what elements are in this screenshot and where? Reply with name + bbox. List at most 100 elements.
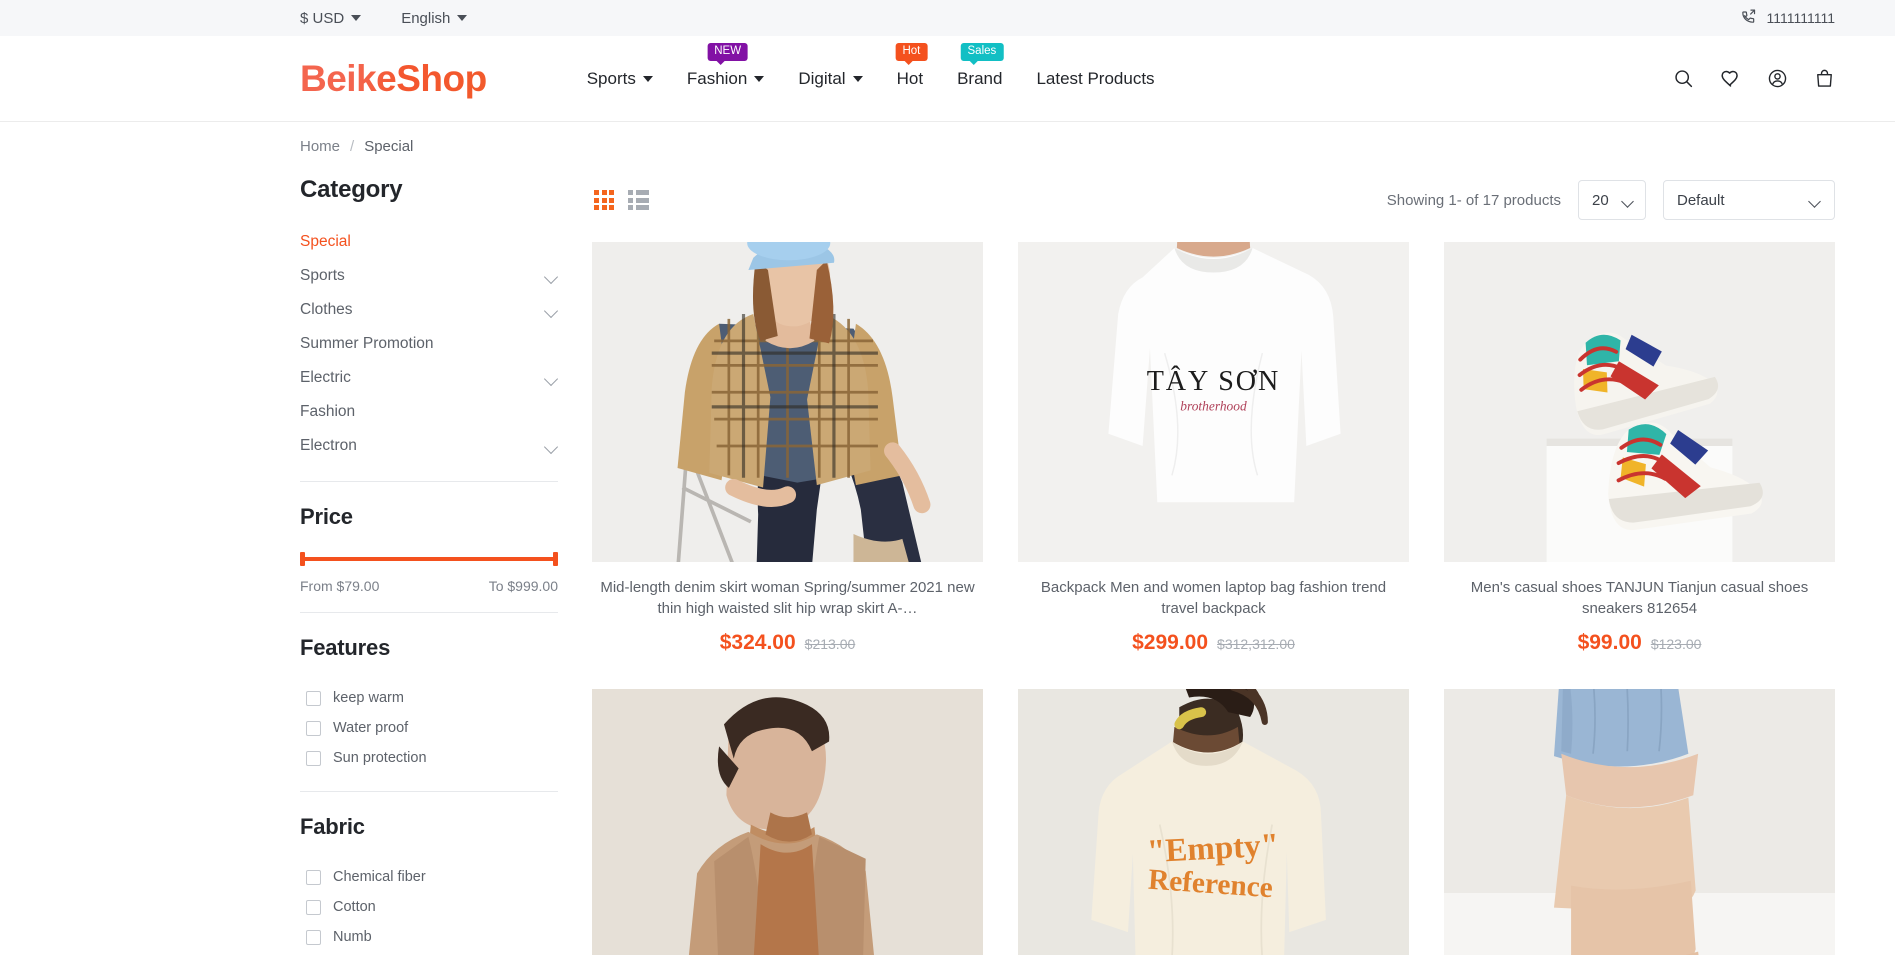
product-title[interactable]: Mid-length denim skirt woman Spring/summ… [592,577,983,620]
nav-label: Sports [586,68,636,88]
per-page-select[interactable]: 20 [1578,180,1646,220]
sidebar-item-sports[interactable]: Sports [300,259,558,293]
list-view-icon[interactable] [626,188,651,212]
product-price-row: $299.00 $312,312.00 [1018,631,1409,655]
chevron-down-icon [351,15,362,21]
currency-selector[interactable]: $ USD [300,9,362,27]
nav-badge-hot: Hot [895,42,928,65]
price-to-label: To $999.00 [488,578,558,594]
currency-label: $ USD [300,9,345,27]
nav-badge-new: NEW [707,42,749,65]
nav-label: Fashion [686,68,748,88]
chevron-down-icon[interactable] [545,306,558,314]
filter-option-cotton[interactable]: Cotton [300,892,558,922]
price-from-label: From $79.00 [300,578,380,594]
nav-item-latest-products[interactable]: Latest Products [1036,65,1154,93]
product-title[interactable]: Backpack Men and women laptop bag fashio… [1018,577,1409,620]
user-account-icon[interactable] [1767,68,1788,89]
checkbox-icon[interactable] [306,690,321,706]
nav-label: Latest Products [1036,68,1155,88]
checkbox-icon[interactable] [306,929,321,945]
sidebar-item-clothes[interactable]: Clothes [300,293,558,327]
nav-badge-sales: Sales [960,42,1004,65]
category-label: Special [300,233,351,250]
sort-select[interactable]: Default [1663,180,1835,220]
checkbox-icon[interactable] [306,720,321,736]
nav-label: Hot [896,68,924,88]
filter-option-chemical-fiber[interactable]: Chemical fiber [300,862,558,892]
product-image-man-camel-coat[interactable] [592,688,983,955]
wishlist-heart-icon[interactable] [1720,68,1741,89]
nav-label: Brand [957,68,1003,88]
filter-option-water-proof[interactable]: Water proof [300,713,558,743]
price-range-slider[interactable] [300,552,558,566]
product-image-sneakers[interactable] [1444,242,1835,562]
nav-item-sports[interactable]: Sports [587,65,653,93]
product-title[interactable]: Men's casual shoes TANJUN Tianjun casual… [1444,577,1835,620]
sidebar-item-electric[interactable]: Electric [300,361,558,395]
site-logo[interactable]: BeikeShop [300,58,487,100]
grid-view-icon[interactable] [592,188,616,212]
nav-item-hot[interactable]: Hot Hot [895,42,928,93]
filter-option-sun-protection[interactable]: Sun protection [300,743,558,773]
chevron-down-icon[interactable] [545,374,558,382]
sidebar-item-electron[interactable]: Electron [300,429,558,463]
nav-item-brand[interactable]: Sales Brand [957,42,1004,93]
checkbox-icon[interactable] [306,869,321,885]
product-listing: Showing 1- of 17 products 20 Default Mid… [592,170,1835,955]
filter-option-label: Chemical fiber [333,869,426,885]
product-image-man-white-tshirt[interactable]: TÂY SƠN brotherhood [1018,242,1409,562]
filter-option-numb[interactable]: Numb [300,922,558,952]
product-price: $99.00 [1577,630,1642,654]
category-label: Clothes [300,301,353,318]
product-card[interactable]: TÂY SƠN brotherhood Backpack Men and wom… [1018,242,1409,655]
product-card[interactable]: "Empty" Reference [1018,688,1409,955]
chevron-down-icon[interactable] [545,272,558,280]
shopping-bag-icon[interactable] [1814,68,1835,89]
product-image-cream-tee-empty-reference[interactable]: "Empty" Reference [1018,688,1409,955]
product-grid: Mid-length denim skirt woman Spring/summ… [592,242,1835,955]
search-icon[interactable] [1673,68,1694,89]
sidebar-item-fashion[interactable]: Fashion [300,395,558,429]
fabric-heading: Fabric [300,814,365,839]
product-card[interactable] [592,688,983,955]
breadcrumb-home[interactable]: Home [300,138,340,155]
nav-item-digital[interactable]: Digital [798,65,863,93]
chevron-down-icon [1810,197,1821,204]
product-image-woman-plaid-shirt[interactable] [592,242,983,562]
product-price: $299.00 [1132,630,1209,654]
chevron-down-icon[interactable] [545,442,558,450]
sidebar-item-special[interactable]: Special [300,225,558,259]
product-card[interactable] [1444,688,1835,955]
category-label: Sports [300,267,345,284]
price-slider-track [300,557,558,561]
sidebar-item-summer-promotion[interactable]: Summer Promotion [300,327,558,361]
showing-count: Showing 1- of 17 products [1386,191,1561,209]
filter-option-keep-warm[interactable]: keep warm [300,683,558,713]
category-heading: Category [300,176,403,203]
page-body: Category Special Sports Clothes Summer P… [0,170,1895,955]
contact-phone[interactable]: 1111111111 [1740,8,1835,28]
chevron-down-icon [642,75,653,82]
checkbox-icon[interactable] [306,899,321,915]
product-price-row: $99.00 $123.00 [1444,631,1835,655]
nav-item-fashion[interactable]: NEW Fashion [686,42,765,93]
chevron-down-icon [1623,197,1634,204]
product-old-price: $123.00 [1650,635,1702,652]
nav-label: Digital [798,68,846,88]
price-slider-handle-max[interactable] [553,552,558,566]
product-card[interactable]: Men's casual shoes TANJUN Tianjun casual… [1444,242,1835,655]
price-slider-handle-min[interactable] [300,552,305,566]
language-selector[interactable]: English [401,10,468,27]
product-image-green-heeled-sandals[interactable] [1444,688,1835,955]
features-filter: Features keep warm Water proof Sun prote… [300,613,558,773]
toolbar-controls: Showing 1- of 17 products 20 Default [1387,180,1835,220]
category-label: Electron [300,437,357,454]
chevron-down-icon [457,15,468,21]
phone-forward-icon [1740,8,1757,28]
product-card[interactable]: Mid-length denim skirt woman Spring/summ… [592,242,983,655]
main-navigation: Sports NEW Fashion Digital Hot Hot Sales… [587,42,1155,93]
checkbox-icon[interactable] [306,750,321,766]
breadcrumb: Home / Special [0,122,1895,170]
product-old-price: $213.00 [804,635,856,652]
